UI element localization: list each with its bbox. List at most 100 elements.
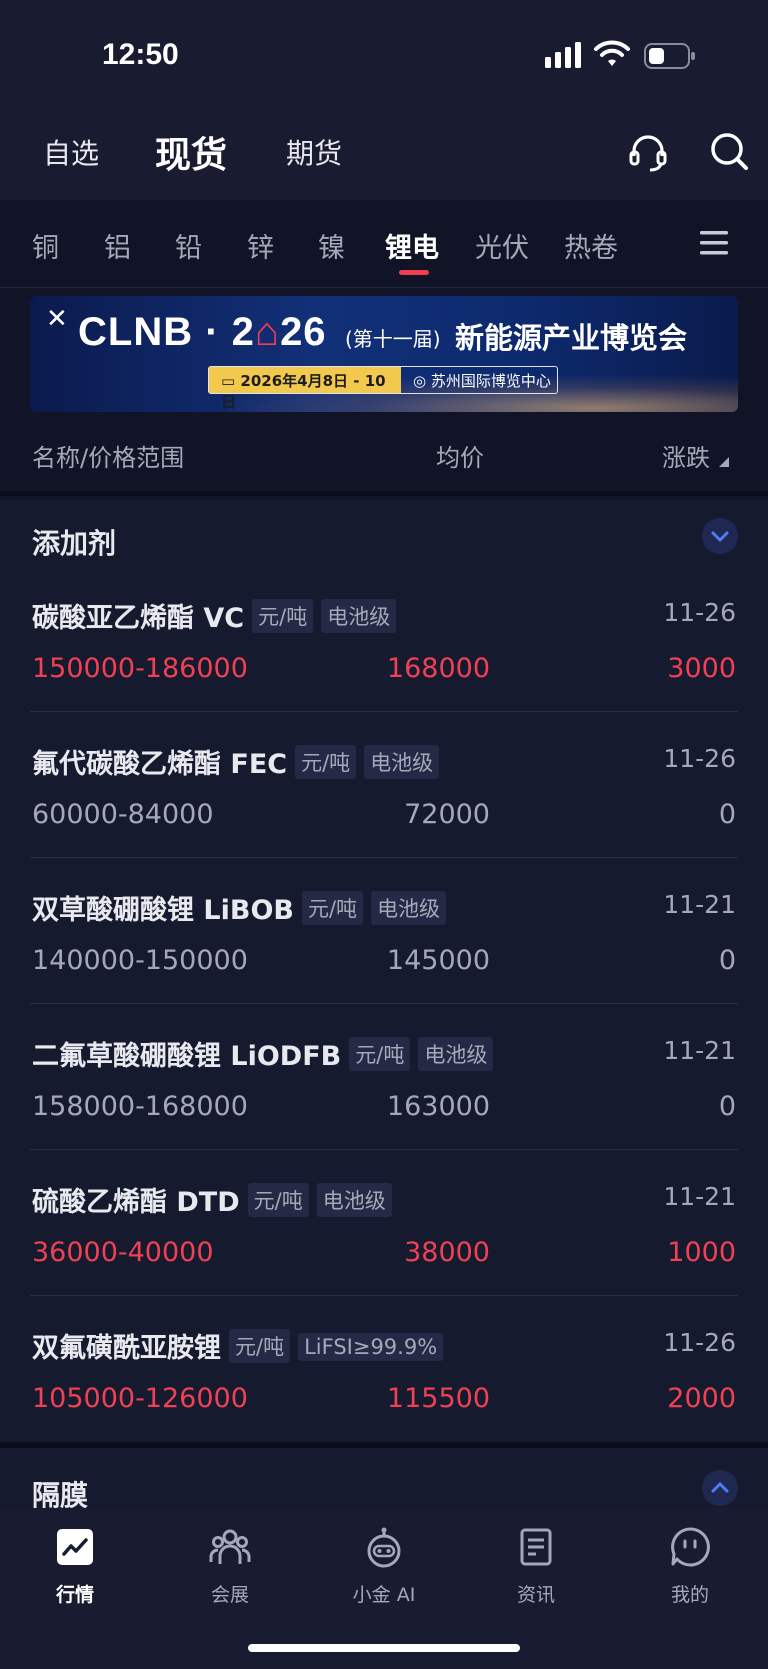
status-bar: 12:50 [0,0,768,110]
price-change: 0 [718,945,736,976]
category-tab-lead[interactable]: 铅 [175,226,202,265]
average-price: 115500 [386,1383,490,1414]
banner-date: ▭ 2026年4月8日 - 10日 [209,367,401,411]
headset-icon[interactable] [626,130,670,174]
category-tab-aluminum[interactable]: 铝 [104,226,131,265]
chevron-up-icon[interactable] [702,1470,738,1506]
category-tab-zinc[interactable]: 锌 [247,226,274,265]
average-price: 145000 [386,945,490,976]
tab-watchlist[interactable]: 自选 [43,132,99,172]
news-icon [520,1528,552,1566]
list-item[interactable]: 氟代碳酸乙烯酯 FEC 元/吨 电池级 11-26 60000-84000 7200… [0,722,768,868]
grade-tag: 电池级 [371,891,447,925]
category-tab-nickel[interactable]: 镍 [318,226,345,265]
price-change: 2000 [667,1383,736,1414]
row-divider [30,1003,738,1004]
bottom-tab-exhibition[interactable]: 会展 [175,1526,285,1607]
list-column-header: 名称/价格范围 均价 涨跌 [0,412,768,496]
price-change: 3000 [667,653,736,684]
row-divider [30,857,738,858]
grade-tag: LiFSI≥99.9% [298,1333,444,1361]
section-title: 添加剂 [32,527,117,560]
tab-label: 资讯 [516,1584,555,1606]
banner-info-pill: ▭ 2026年4月8日 - 10日 ◎ 苏州国际博览中心 [208,366,558,411]
status-time: 12:50 [102,38,179,71]
expo-banner[interactable]: ✕ CLNB · 2⌂26 (第十一届) 新能源产业博览会 ▭ 2026年4月8… [30,296,738,412]
bottom-tab-market[interactable]: 行情 [20,1526,130,1607]
price-range: 60000-84000 [32,799,214,830]
list-item[interactable]: 硫酸乙烯酯 DTD 元/吨 电池级 11-21 36000-40000 38000 … [0,1160,768,1306]
list-item[interactable]: 双草酸硼酸锂 LiBOB 元/吨 电池级 11-21 140000-150000 1… [0,868,768,1014]
product-name: 二氟草酸硼酸锂 LiODFB 元/吨 电池级 [32,1034,494,1073]
category-tab-copper[interactable]: 铜 [32,226,59,265]
price-change: 0 [718,1091,736,1122]
price-change: 1000 [667,1237,736,1268]
banner-location: ◎ 苏州国际博览中心 [413,372,551,390]
product-name: 氟代碳酸乙烯酯 FEC 元/吨 电池级 [32,742,440,781]
column-name-header: 名称/价格范围 [32,444,185,472]
average-price: 38000 [404,1237,490,1268]
home-indicator [248,1644,520,1652]
category-tab-photovoltaic[interactable]: 光伏 [475,226,529,265]
banner-title: CLNB · 2⌂26 [78,310,327,354]
profile-icon [671,1527,710,1567]
row-divider [30,1295,738,1296]
unit-tag: 元/吨 [252,599,314,633]
price-range: 150000-186000 [32,653,248,684]
grade-tag: 电池级 [321,599,397,633]
banner-edition: (第十一届) [345,327,441,351]
tab-label: 会展 [210,1584,249,1606]
chevron-down-icon[interactable] [702,518,738,554]
sort-icon[interactable] [718,456,730,468]
price-date: 11-26 [663,744,736,773]
bottom-tab-news[interactable]: 资讯 [481,1526,591,1607]
active-tab-indicator [399,270,429,275]
average-price: 168000 [386,653,490,684]
row-divider [30,1149,738,1150]
column-avg-header: 均价 [436,444,484,472]
price-date: 11-26 [663,1328,736,1357]
bottom-tab-profile[interactable]: 我的 [635,1526,745,1607]
price-date: 11-21 [663,1036,736,1065]
average-price: 163000 [386,1091,490,1122]
price-range: 36000-40000 [32,1237,214,1268]
category-tab-lithium[interactable]: 锂电 [385,226,439,265]
robot-icon [367,1527,401,1568]
product-name: 双氟磺酰亚胺锂 元/吨 LiFSI≥99.9% [32,1326,444,1365]
grade-tag: 电池级 [364,745,440,779]
price-date: 11-21 [663,1182,736,1211]
section-header-separator[interactable]: 隔膜 [0,1448,768,1512]
product-name: 碳酸亚乙烯酯 VC 元/吨 电池级 [32,596,397,635]
list-item[interactable]: 双氟磺酰亚胺锂 元/吨 LiFSI≥99.9% 11-26 105000-12600… [0,1306,768,1452]
tab-label: 行情 [55,1584,94,1606]
wifi-icon [594,40,630,66]
tab-futures[interactable]: 期货 [286,132,342,172]
grade-tag: 电池级 [418,1037,494,1071]
battery-icon [644,43,695,69]
banner-expo-name: 新能源产业博览会 [455,321,688,355]
unit-tag: 元/吨 [301,891,364,925]
tab-label: 小金 AI [352,1584,416,1606]
average-price: 72000 [404,799,490,830]
price-date: 11-26 [663,598,736,627]
category-tab-hot-coil[interactable]: 热卷 [564,226,618,265]
list-item[interactable]: 碳酸亚乙烯酯 VC 元/吨 电池级 11-26 150000-186000 1680… [0,576,768,722]
price-range: 158000-168000 [32,1091,248,1122]
unit-tag: 元/吨 [229,1329,291,1363]
row-divider [30,711,738,712]
product-name: 硫酸乙烯酯 DTD 元/吨 电池级 [32,1180,392,1219]
product-name: 双草酸硼酸锂 LiBOB 元/吨 电池级 [32,888,447,927]
people-icon [209,1529,251,1564]
tab-spot[interactable]: 现货 [155,126,227,178]
menu-icon[interactable] [698,228,730,258]
search-icon[interactable] [708,130,752,174]
price-range: 105000-126000 [32,1383,248,1414]
section-header-additives[interactable]: 添加剂 [0,500,768,580]
bottom-tab-ai[interactable]: 小金 AI [329,1526,439,1607]
list-item[interactable]: 二氟草酸硼酸锂 LiODFB 元/吨 电池级 11-21 158000-168000… [0,1014,768,1160]
tab-label: 我的 [670,1584,709,1606]
category-tabs: 铜 铝 铅 锌 镍 锂电 光伏 热卷 [0,200,768,288]
price-change: 0 [718,799,736,830]
column-change-header[interactable]: 涨跌 [662,438,710,473]
banner-close-icon[interactable]: ✕ [46,304,68,334]
